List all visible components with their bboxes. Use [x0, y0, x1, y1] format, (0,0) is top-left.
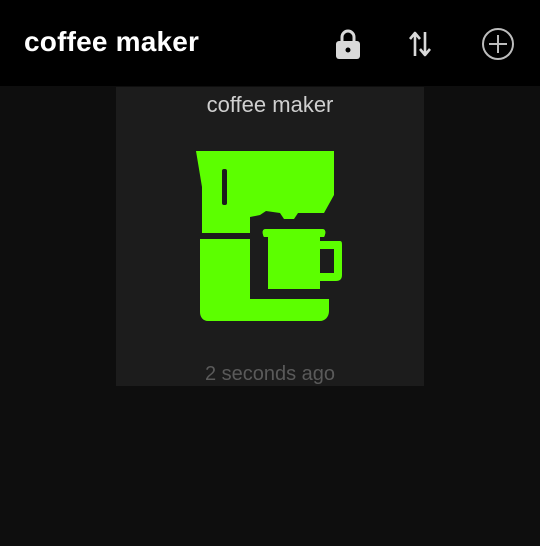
device-name: coffee maker	[206, 92, 334, 117]
sort-icon	[409, 31, 431, 57]
last-updated-time: 2 seconds ago	[204, 363, 336, 385]
add-circle-icon	[482, 28, 514, 60]
sort-button[interactable]	[398, 22, 442, 66]
top-app-bar: coffee maker	[0, 0, 540, 86]
coffee-maker-icon	[194, 151, 342, 321]
lock-icon	[336, 29, 360, 59]
app-screen: coffee maker coffee maker 2 seconds ago	[0, 0, 540, 546]
page-title: coffee maker	[24, 26, 200, 57]
add-button[interactable]	[476, 22, 520, 66]
device-card[interactable]: coffee maker 2 seconds ago	[116, 87, 424, 386]
lock-button[interactable]	[326, 22, 370, 66]
